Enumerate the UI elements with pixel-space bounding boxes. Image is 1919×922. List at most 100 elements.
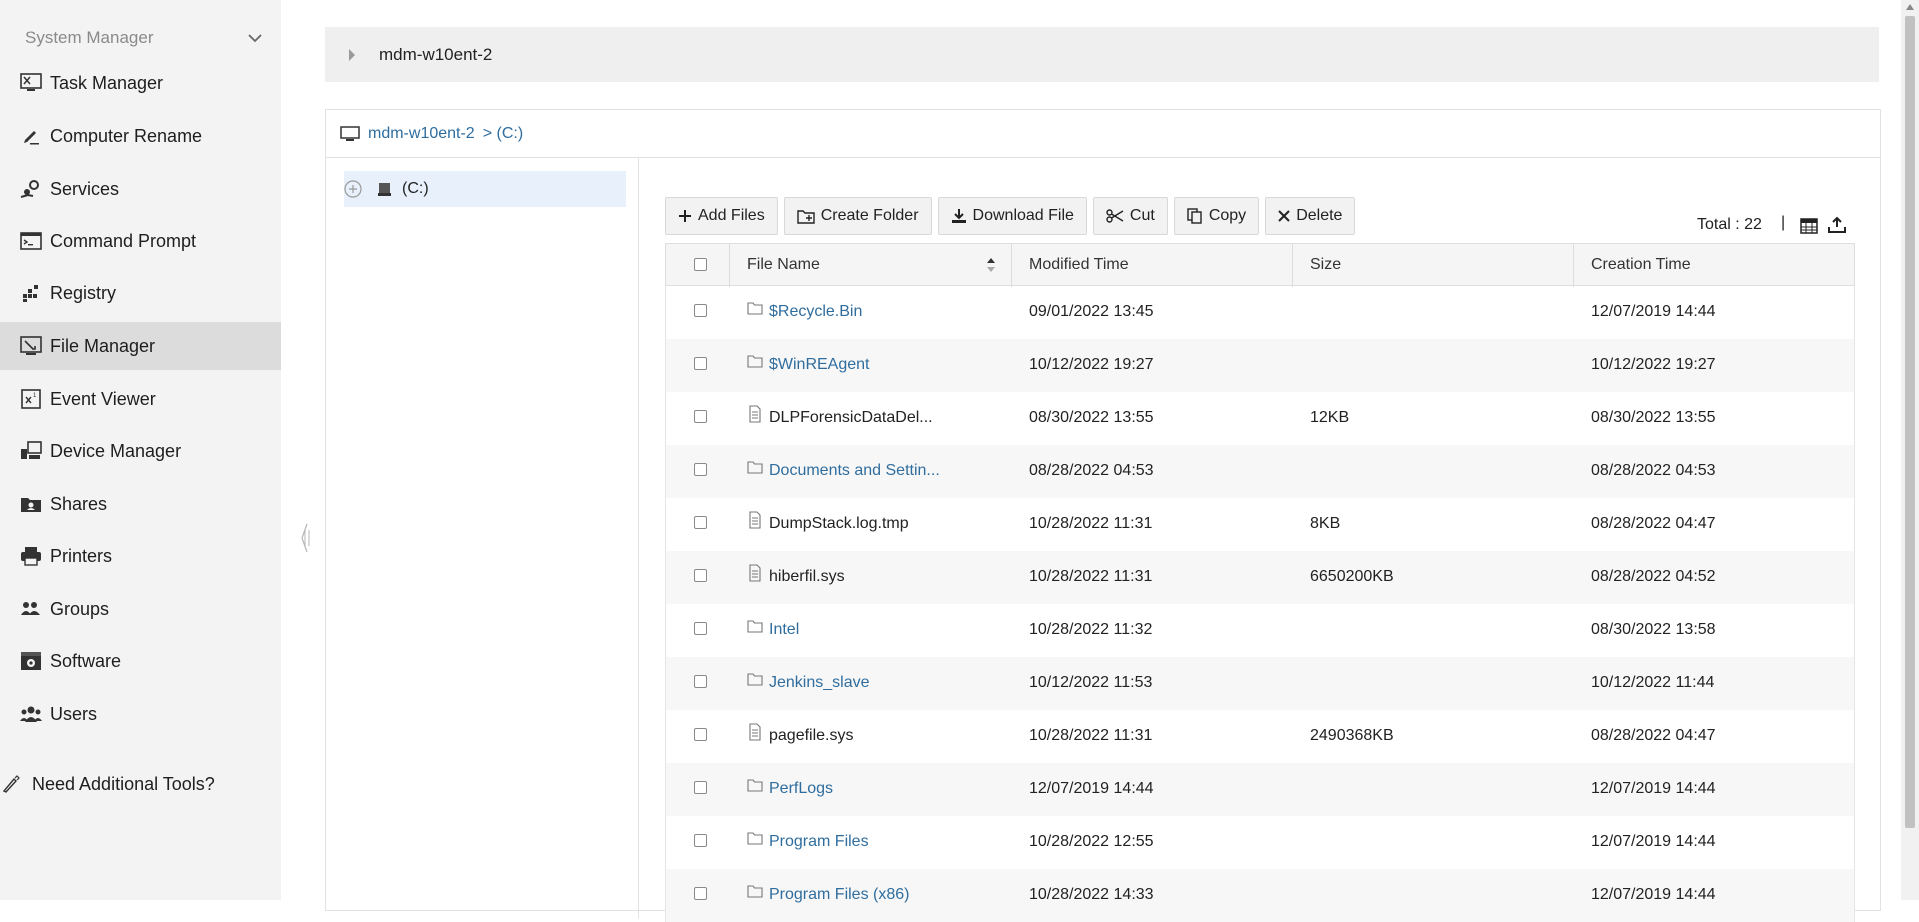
row-checkbox[interactable] [694,834,707,847]
table-row[interactable]: DLPForensicDataDel... 08/30/2022 13:55 1… [665,392,1855,445]
row-checkbox[interactable] [694,887,707,900]
sidebar-item-computer-rename[interactable]: Computer Rename [0,112,281,160]
sidebar-item-users[interactable]: Users [0,690,281,738]
sidebar-resize-handle[interactable] [300,522,310,554]
sidebar-item-device-manager[interactable]: Device Manager [0,427,281,475]
folder-icon [747,355,763,368]
file-name[interactable]: Jenkins_slave [769,674,870,692]
column-header-size[interactable]: Size [1310,256,1341,274]
create-folder-label: Create Folder [820,207,919,224]
caret-right-icon[interactable] [347,48,357,62]
sidebar-item-software[interactable]: Software [0,637,281,685]
file-name[interactable]: DLPForensicDataDel... [769,409,933,427]
scroll-up-arrow-icon[interactable] [1906,4,1914,10]
row-checkbox[interactable] [694,357,707,370]
expand-plus-icon[interactable] [344,180,362,198]
export-icon[interactable] [1828,216,1846,234]
table-view-icon[interactable] [1800,218,1818,234]
sidebar-item-registry[interactable]: Registry [0,269,281,317]
table-row[interactable]: Program Files (x86) 10/28/2022 14:33 12/… [665,869,1855,922]
sidebar-item-task-manager[interactable]: Task Manager [0,59,281,107]
creation-time: 08/30/2022 13:58 [1591,621,1716,638]
sidebar-header[interactable]: System Manager [0,22,281,54]
table-row[interactable]: Jenkins_slave 10/12/2022 11:53 10/12/202… [665,657,1855,710]
sidebar-item-groups[interactable]: Groups [0,585,281,633]
folder-icon [747,461,763,474]
event-viewer-icon: 1 [20,388,42,410]
table-row[interactable]: pagefile.sys 10/28/2022 11:31 2490368KB … [665,710,1855,763]
download-file-button[interactable]: Download File [937,197,1087,235]
groups-icon [20,598,42,620]
users-icon [20,703,42,725]
scrollbar-thumb[interactable] [1905,16,1915,828]
row-checkbox[interactable] [694,781,707,794]
folder-icon [747,832,763,845]
terminal-icon [20,230,42,252]
select-all-checkbox[interactable] [694,258,707,271]
row-checkbox[interactable] [694,622,707,635]
file-toolbar: Add Files Create Folder Download File Cu… [665,197,1361,235]
file-icon [749,564,761,582]
file-manager-panel: mdm-w10ent-2 > (C:) (C:) Add Files Creat… [325,109,1881,922]
table-row[interactable]: Intel 10/28/2022 11:32 08/30/2022 13:58 [665,604,1855,657]
computer-icon [340,125,360,141]
column-header-name[interactable]: File Name [747,256,820,274]
table-row[interactable]: Program Files 10/28/2022 12:55 12/07/201… [665,816,1855,869]
table-row[interactable]: $WinREAgent 10/12/2022 19:27 10/12/2022 … [665,339,1855,392]
table-row[interactable]: PerfLogs 12/07/2019 14:44 12/07/2019 14:… [665,763,1855,816]
column-header-created[interactable]: Creation Time [1591,256,1691,274]
creation-time: 10/12/2022 19:27 [1591,356,1716,373]
add-files-button[interactable]: Add Files [665,197,778,235]
row-checkbox[interactable] [694,728,707,741]
sidebar-item-printers[interactable]: Printers [0,532,281,580]
breadcrumb-computer[interactable]: mdm-w10ent-2 [368,125,475,143]
sidebar-item-event-viewer[interactable]: 1 Event Viewer [0,375,281,423]
pencil-icon [20,125,42,147]
row-checkbox[interactable] [694,304,707,317]
file-name[interactable]: $Recycle.Bin [769,303,862,321]
breadcrumb-drive[interactable]: > (C:) [483,125,523,143]
copy-icon [1187,208,1202,224]
file-name[interactable]: Program Files (x86) [769,886,909,904]
creation-time: 12/07/2019 14:44 [1591,886,1716,903]
folder-icon [747,779,763,792]
device-manager-icon [20,440,42,462]
file-name[interactable]: DumpStack.log.tmp [769,515,909,533]
file-name[interactable]: hiberfil.sys [769,568,845,586]
column-header-modified[interactable]: Modified Time [1029,256,1129,274]
tree-node-c-drive[interactable]: (C:) [344,171,626,207]
row-checkbox[interactable] [694,675,707,688]
file-size: 6650200KB [1310,568,1394,585]
file-name[interactable]: pagefile.sys [769,727,854,745]
folder-tree: (C:) [326,158,639,918]
sidebar-item-command-prompt[interactable]: Command Prompt [0,217,281,265]
table-row[interactable]: DumpStack.log.tmp 10/28/2022 11:31 8KB 0… [665,498,1855,551]
copy-button[interactable]: Copy [1173,197,1260,235]
sidebar-item-shares[interactable]: Shares [0,480,281,528]
row-checkbox[interactable] [694,463,707,476]
table-row[interactable]: $Recycle.Bin 09/01/2022 13:45 12/07/2019… [665,286,1855,339]
cut-button[interactable]: Cut [1092,197,1168,235]
need-additional-tools-link[interactable]: Need Additional Tools? [0,768,281,800]
device-header[interactable]: mdm-w10ent-2 [325,27,1879,82]
sidebar-item-services[interactable]: Services [0,165,281,213]
page-scrollbar[interactable] [1901,0,1919,900]
file-name[interactable]: Program Files [769,833,869,851]
chevron-down-icon[interactable] [245,28,265,48]
row-checkbox[interactable] [694,410,707,423]
creation-time: 08/28/2022 04:47 [1591,727,1716,744]
file-icon [749,511,761,529]
row-checkbox[interactable] [694,516,707,529]
delete-button[interactable]: Delete [1265,197,1356,235]
sidebar-item-file-manager[interactable]: File Manager [0,322,281,370]
sidebar-item-label: Printers [50,545,113,566]
table-row[interactable]: Documents and Settin... 08/28/2022 04:53… [665,445,1855,498]
file-name[interactable]: Intel [769,621,799,639]
row-checkbox[interactable] [694,569,707,582]
sort-icon[interactable] [986,256,996,274]
file-name[interactable]: Documents and Settin... [769,462,940,480]
file-name[interactable]: $WinREAgent [769,356,870,374]
create-folder-button[interactable]: Create Folder [783,197,932,235]
file-name[interactable]: PerfLogs [769,780,833,798]
table-row[interactable]: hiberfil.sys 10/28/2022 11:31 6650200KB … [665,551,1855,604]
